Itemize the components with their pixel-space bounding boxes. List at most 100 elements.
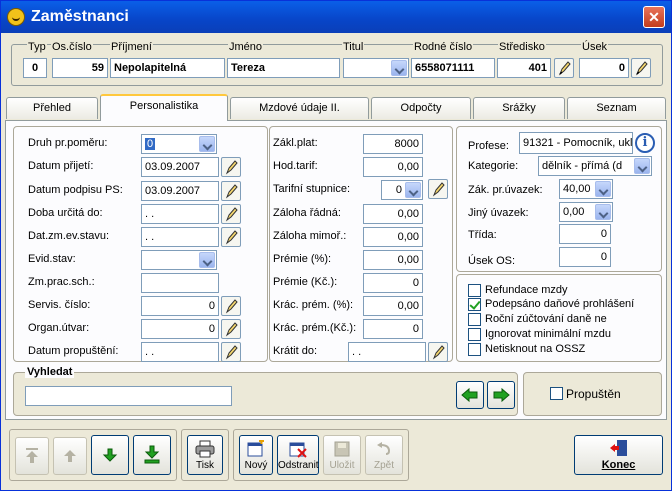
rodne-cislo-field[interactable]: 6558071111	[411, 58, 495, 78]
refundace-checkbox[interactable]	[468, 284, 481, 297]
chevron-down-icon[interactable]	[199, 136, 215, 152]
servis-cislo-field[interactable]: 0	[141, 296, 219, 316]
pencil-icon	[225, 184, 238, 199]
datum-prijeti-edit-button[interactable]	[221, 157, 241, 177]
chevron-down-icon[interactable]	[199, 252, 215, 268]
zakl-plat-field[interactable]: 8000	[363, 134, 423, 154]
os-cislo-field[interactable]: 59	[52, 58, 108, 78]
hod-tarif-field[interactable]: 0,00	[363, 157, 423, 177]
datum-propusteni-field[interactable]: . .	[141, 342, 219, 362]
zaloha-radna-label: Záloha řádná:	[273, 207, 341, 219]
datum-prijeti-field[interactable]: 03.09.2007	[141, 157, 219, 177]
kratit-do-field[interactable]: . .	[348, 342, 426, 362]
zak-pr-uvazek-dropdown[interactable]: 40,00	[559, 179, 613, 199]
tab-mzdove-udaje[interactable]: Mzdové údaje II.	[230, 97, 369, 119]
zaloha-radna-field[interactable]: 0,00	[363, 204, 423, 224]
usek-field[interactable]: 0	[579, 58, 629, 78]
exit-button[interactable]: Konec	[574, 435, 663, 475]
chevron-down-icon[interactable]	[391, 60, 407, 76]
zaloha-mimor-field[interactable]: 0,00	[363, 227, 423, 247]
premie-kc-field[interactable]: 0	[363, 273, 423, 293]
datum-podpisu-edit-button[interactable]	[221, 181, 241, 201]
premie-pct-field[interactable]: 0,00	[363, 250, 423, 270]
stredisko-edit-button[interactable]	[554, 58, 574, 78]
move-down-button[interactable]	[91, 435, 129, 475]
tab-personalistika[interactable]: Personalistika	[100, 94, 228, 121]
tab-prehled[interactable]: Přehled	[6, 97, 98, 119]
arrow-up-icon	[64, 450, 76, 462]
typ-field[interactable]: 0	[23, 58, 47, 78]
save-button[interactable]: Uložit	[323, 435, 361, 475]
move-first-button[interactable]	[15, 437, 49, 475]
zm-prac-sch-field[interactable]	[141, 273, 219, 293]
pencil-icon	[432, 345, 445, 360]
ignorovat-mzdu-checkbox[interactable]	[468, 328, 481, 341]
chevron-down-icon[interactable]	[634, 158, 650, 174]
datum-podpisu-field[interactable]: 03.09.2007	[141, 181, 219, 201]
kategorie-label: Kategorie:	[468, 160, 519, 172]
title-bar[interactable]: Zaměstnanci ✕	[1, 1, 671, 33]
evid-stav-dropdown[interactable]	[141, 250, 217, 270]
tab-odpocty[interactable]: Odpočty	[371, 97, 471, 119]
prijmeni-field[interactable]: Nepolapitelná	[110, 58, 225, 78]
doba-urcita-edit-button[interactable]	[221, 204, 241, 224]
usek-os-label: Úsek OS:	[468, 255, 516, 267]
tarifni-stupnice-edit-button[interactable]	[428, 179, 448, 199]
rocni-zuctovani-label: Roční zúčtování daně ne	[485, 313, 607, 325]
kratit-do-edit-button[interactable]	[428, 342, 448, 362]
dat-zm-ev-label: Dat.zm.ev.stavu:	[28, 230, 110, 242]
typ-label: Typ	[27, 41, 47, 53]
servis-cislo-edit-button[interactable]	[221, 296, 241, 316]
pencil-icon	[635, 61, 648, 76]
krac-prem-pct-field[interactable]: 0,00	[363, 296, 423, 316]
new-button[interactable]: Nový	[239, 435, 273, 475]
organ-utvar-label: Organ.útvar:	[28, 322, 90, 334]
organ-utvar-field[interactable]: 0	[141, 319, 219, 339]
organ-utvar-edit-button[interactable]	[221, 319, 241, 339]
next-record-button[interactable]	[487, 381, 515, 409]
move-last-button[interactable]	[133, 435, 171, 475]
search-input[interactable]	[25, 386, 232, 406]
chevron-down-icon[interactable]	[595, 181, 611, 197]
tab-seznam[interactable]: Seznam	[567, 97, 666, 119]
prohlaseni-checkbox[interactable]	[468, 298, 481, 311]
netisknout-ossz-checkbox[interactable]	[468, 343, 481, 356]
previous-record-button[interactable]	[456, 381, 484, 409]
kategorie-dropdown[interactable]: dělník - přímá (d	[538, 156, 652, 176]
rocni-zuctovani-checkbox[interactable]	[468, 313, 481, 326]
prijmeni-label: Příjmení	[110, 41, 153, 53]
stredisko-field[interactable]: 401	[497, 58, 551, 78]
dat-zm-ev-edit-button[interactable]	[221, 227, 241, 247]
search-label: Vyhledat	[25, 366, 75, 378]
zm-prac-sch-label: Zm.prac.sch.:	[28, 276, 95, 288]
jmeno-label: Jméno	[228, 41, 264, 53]
kratit-do-label: Krátit do:	[273, 345, 318, 357]
propusten-checkbox[interactable]	[550, 387, 563, 400]
delete-button[interactable]: Odstranit	[277, 435, 319, 475]
usek-os-field[interactable]: 0	[559, 247, 611, 267]
undo-button[interactable]: Zpět	[365, 435, 403, 475]
print-button[interactable]: Tisk	[187, 435, 223, 475]
move-up-button[interactable]	[53, 437, 87, 475]
propusten-label: Propuštěn	[566, 387, 621, 401]
dat-zm-ev-field[interactable]: . .	[141, 227, 219, 247]
tab-srazky[interactable]: Srážky	[473, 97, 565, 119]
druh-dropdown[interactable]: 0	[141, 134, 217, 154]
krac-prem-pct-label: Krác. prém. (%):	[273, 299, 354, 311]
doba-urcita-field[interactable]: . .	[141, 204, 219, 224]
jmeno-field[interactable]: Tereza	[227, 58, 340, 78]
trida-field[interactable]: 0	[559, 224, 611, 244]
pencil-icon	[225, 322, 238, 337]
close-button[interactable]: ✕	[643, 6, 665, 28]
chevron-down-icon[interactable]	[405, 182, 421, 198]
info-icon[interactable]: i	[635, 133, 655, 153]
chevron-down-icon[interactable]	[595, 204, 611, 220]
datum-propusteni-edit-button[interactable]	[221, 342, 241, 362]
profese-field[interactable]: 91321 - Pomocník, uklí	[519, 132, 633, 154]
jiny-uvazek-dropdown[interactable]: 0,00	[559, 202, 613, 222]
delete-record-icon	[289, 442, 307, 458]
krac-prem-kc-field[interactable]: 0	[363, 319, 423, 339]
titul-dropdown[interactable]	[343, 58, 409, 78]
usek-edit-button[interactable]	[631, 58, 651, 78]
tarifni-stupnice-dropdown[interactable]: 0	[381, 180, 423, 200]
